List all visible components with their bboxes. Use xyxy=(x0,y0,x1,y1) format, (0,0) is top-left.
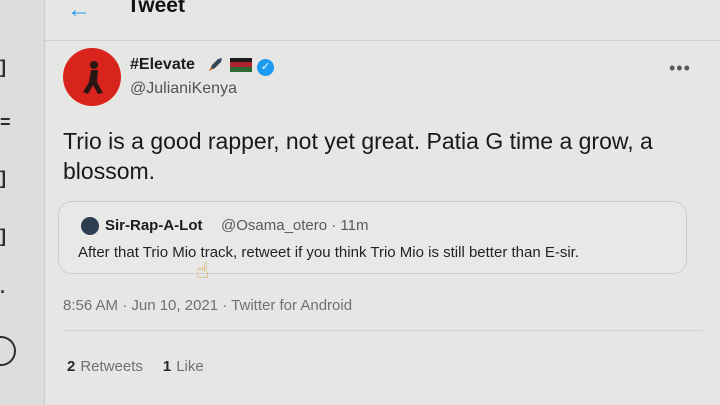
likes-label: Like xyxy=(176,358,204,375)
likes-count: 1 xyxy=(162,358,172,375)
avatar-figure xyxy=(83,61,103,94)
page-header: ← Tweet xyxy=(45,0,720,41)
nav-icon-partial[interactable]: ] xyxy=(0,57,6,78)
rocket-emoji-icon xyxy=(205,55,225,80)
flag-emoji-icon xyxy=(229,56,253,79)
quoted-author-name: Sir-Rap-A-Lot xyxy=(105,217,203,234)
arrow-left-icon[interactable]: ← xyxy=(67,0,91,24)
retweets-label: Retweets xyxy=(80,358,143,375)
hand-pointer-icon: ☝ xyxy=(196,258,210,283)
nav-icon-partial[interactable]: · xyxy=(0,282,6,303)
nav-icon-partial[interactable]: ] xyxy=(0,226,6,247)
quoted-author-avatar xyxy=(81,217,99,235)
tweet-detail-view: ← Tweet #Elevate ✓ @JulianiKenya ••• Tri… xyxy=(45,0,720,405)
more-options-icon[interactable]: ••• xyxy=(669,58,691,79)
quoted-tweet-card[interactable]: Sir-Rap-A-Lot @Osama_otero · 11m After t… xyxy=(58,201,687,283)
author-name[interactable]: #Elevate xyxy=(130,56,195,74)
author-badges: ✓ xyxy=(205,55,274,80)
quoted-tweet-text: After that Trio Mio track, retweet if yo… xyxy=(78,244,580,261)
author-avatar[interactable] xyxy=(63,48,121,106)
retweets-stat[interactable]: 2 Retweets xyxy=(67,358,143,375)
left-navigation-rail: ] = ] ] · xyxy=(0,0,45,405)
nav-icon-partial[interactable]: = xyxy=(0,112,11,133)
tweet-text: Trio is a good rapper, not yet great. Pa… xyxy=(63,128,653,184)
page-title: Tweet xyxy=(127,0,185,17)
author-handle[interactable]: @JulianiKenya xyxy=(130,80,237,98)
likes-stat[interactable]: 1 Like xyxy=(163,358,204,375)
verified-badge-icon: ✓ xyxy=(257,59,274,76)
engagement-stats: 2 Retweets 1 Like xyxy=(67,358,204,375)
divider xyxy=(63,330,703,331)
nav-icon-partial[interactable]: ] xyxy=(0,168,6,189)
quoted-handle-time: @Osama_otero · 11m xyxy=(221,217,369,234)
nav-circle-icon[interactable] xyxy=(0,336,16,366)
retweets-count: 2 xyxy=(67,358,76,375)
tweet-timestamp[interactable]: 8:56 AM · Jun 10, 2021 · Twitter for And… xyxy=(63,297,352,314)
